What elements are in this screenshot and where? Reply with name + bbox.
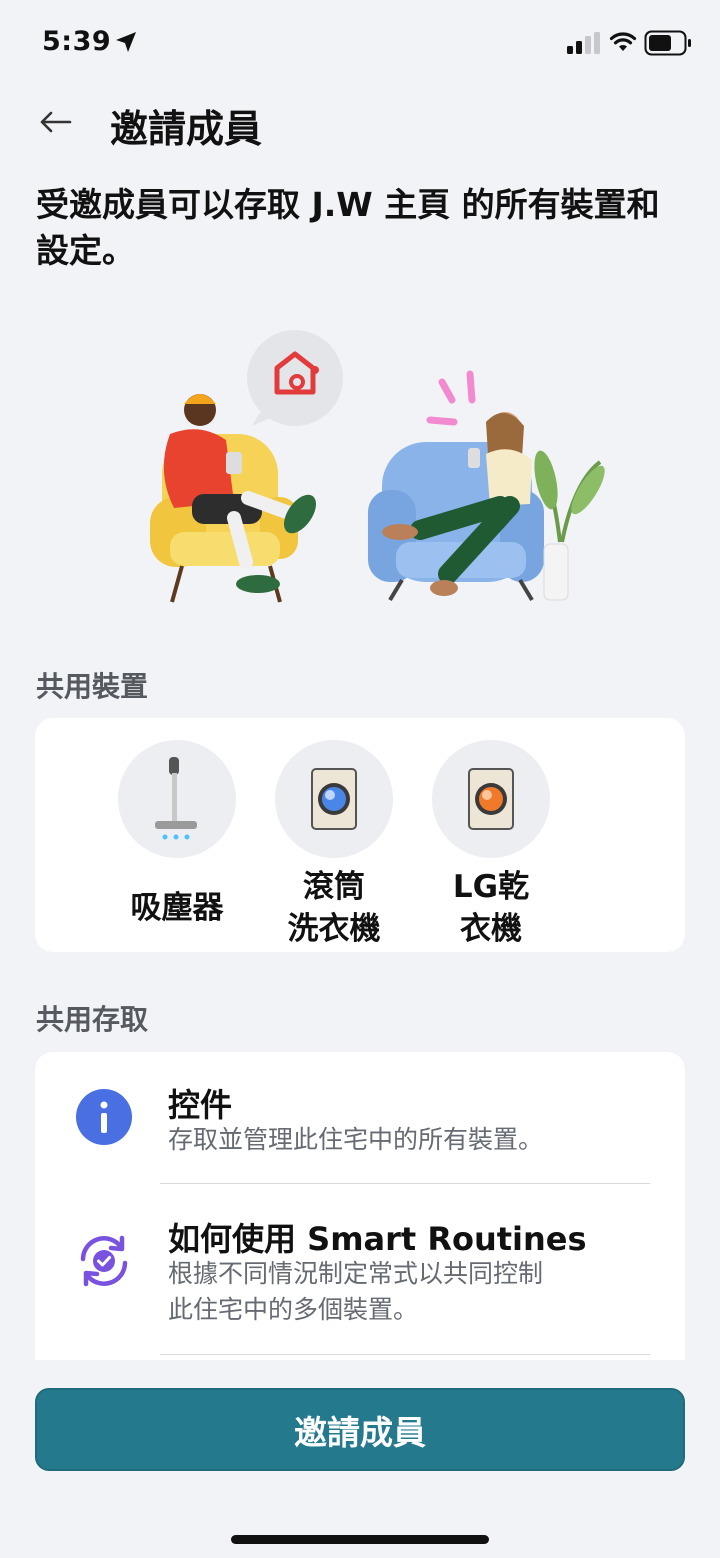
access-item-description: 存取並管理此住宅中的所有裝置。 [168,1125,544,1154]
device-label: 吸塵器 [130,890,224,926]
washer-icon [311,768,357,830]
device-icon-circle [275,740,393,858]
divider [160,1183,650,1184]
access-item-title: 控件 [168,1086,233,1124]
shared-devices-title: 共用裝置 [36,670,149,703]
back-button[interactable] [32,100,78,144]
page-description: 受邀成員可以存取 J.W 主頁 的所有裝置和設定。 [36,185,660,270]
device-icon-circle [118,740,236,858]
dryer-icon [468,768,514,830]
device-icon-circle [432,740,550,858]
arrow-left-icon [40,111,72,133]
wifi-icon [609,32,637,51]
device-label: LG乾 衣機 [452,869,530,947]
home-indicator [231,1535,489,1544]
home-bubble-icon [247,330,343,426]
shared-devices-card: 吸塵器 滾筒 洗衣機 LG乾 衣機 [35,718,685,952]
access-item-title: 如何使用 Smart Routines [168,1220,587,1258]
device-label: 滾筒 洗衣機 [287,869,381,947]
shared-access-card: 控件 存取並管理此住宅中的所有裝置。 如何使用 Smart Routines 根… [35,1052,685,1360]
routine-icon [80,1235,128,1287]
device-vacuum[interactable]: 吸塵器 [99,740,255,950]
screen: 5:39 邀請成員 受邀成員可以存取 J.W 主頁 的所有裝置和設定。 共用裝置… [0,0,720,1558]
status-bar: 5:39 [0,0,720,86]
divider [160,1354,650,1355]
vacuum-icon [155,757,197,840]
invite-illustration [150,330,605,603]
status-time: 5:39 [42,26,112,57]
battery-icon [644,30,691,56]
invite-member-button[interactable]: 邀請成員 [35,1388,685,1471]
device-washer[interactable]: 滾筒 洗衣機 [256,740,412,950]
access-item-description: 根據不同情況制定常式以共同控制 此住宅中的多個裝置。 [168,1259,544,1324]
location-arrow-icon [116,32,136,52]
page-title: 邀請成員 [110,107,263,151]
cellular-signal-icon [567,32,600,54]
device-dryer[interactable]: LG乾 衣機 [413,740,569,950]
sparkle-icon [426,370,476,426]
info-icon [76,1089,132,1145]
shared-access-title: 共用存取 [36,1003,149,1036]
